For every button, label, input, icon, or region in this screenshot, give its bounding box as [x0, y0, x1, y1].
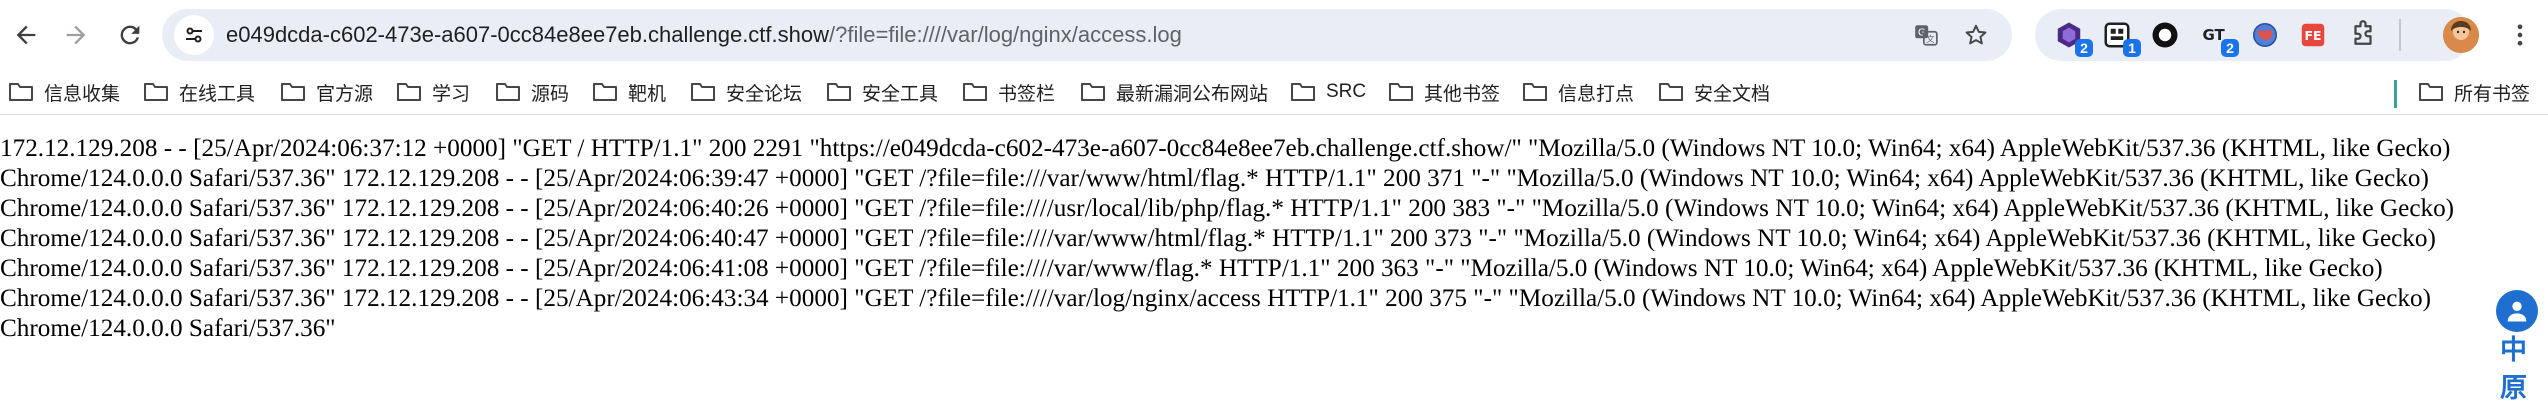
reload-icon: [120, 25, 140, 45]
translate-icon: G 文: [1915, 25, 1938, 46]
person-icon: [2507, 301, 2527, 322]
browser-menu-button[interactable]: [2496, 11, 2544, 59]
folder-icon: [495, 81, 521, 103]
bookmark-folder[interactable]: 源码: [495, 74, 569, 110]
back-button[interactable]: [2, 11, 50, 59]
extensions-puzzle-icon[interactable]: [2345, 17, 2381, 53]
globe-extension-icon[interactable]: [2247, 17, 2283, 53]
folder-icon: [396, 81, 422, 103]
folder-icon: [2418, 81, 2444, 103]
forward-button[interactable]: [52, 11, 100, 59]
site-info-button[interactable]: [174, 15, 214, 55]
proxy-switcher-icon[interactable]: 1: [2099, 17, 2141, 57]
fe-helper-icon[interactable]: FE: [2295, 17, 2331, 53]
folder-icon: [962, 81, 988, 103]
address-bar[interactable]: e049dcda-c602-473e-a607-0cc84e8ee7eb.cha…: [162, 9, 2012, 61]
folder-icon: [1290, 81, 1316, 103]
arrow-right-icon: [66, 25, 86, 45]
extension-badge: 2: [2221, 39, 2239, 57]
bookmarks-divider: [2394, 80, 2397, 108]
side-widget-char[interactable]: 原: [2500, 374, 2527, 404]
bookmark-folder[interactable]: 学习: [396, 74, 470, 110]
github-icon[interactable]: [2147, 17, 2183, 53]
svg-text:文: 文: [1926, 33, 1935, 45]
bookmark-folder[interactable]: SRC: [1290, 74, 1366, 110]
bookmark-folder[interactable]: 安全文档: [1658, 74, 1770, 110]
avatar-image: [2443, 17, 2479, 53]
bookmarks-bar: 信息收集 在线工具 官方源 学习 源码 靶机 安全论坛 安全工具 书签栏 最新漏…: [0, 70, 2548, 115]
bookmark-label: 官方源: [316, 83, 374, 105]
translate-button[interactable]: G 文: [1908, 17, 1944, 53]
extension-badge: 2: [2075, 39, 2093, 57]
all-bookmarks-button[interactable]: 所有书签: [2418, 74, 2530, 110]
url-path: /?file=file:////var/log/nginx/access.log: [829, 22, 1182, 47]
bookmark-label: 安全论坛: [726, 83, 803, 105]
tune-icon: [186, 27, 202, 43]
bookmark-label: 信息打点: [1558, 83, 1635, 105]
bookmark-folder[interactable]: 其他书签: [1388, 74, 1500, 110]
extensions-tray: 2 1 GT 2 FE: [2035, 9, 2471, 61]
reload-button[interactable]: [106, 11, 154, 59]
bookmark-label: 其他书签: [1424, 83, 1501, 105]
bookmark-star-button[interactable]: [1958, 17, 1994, 53]
bookmark-label: 在线工具: [179, 83, 256, 105]
all-bookmarks-label: 所有书签: [2454, 83, 2531, 105]
bookmark-label: 安全工具: [862, 83, 939, 105]
profile-avatar[interactable]: [2443, 17, 2479, 53]
folder-icon: [690, 81, 716, 103]
bookmark-folder[interactable]: 靶机: [592, 74, 666, 110]
extension-badge: 1: [2123, 39, 2141, 57]
hack-bar-icon[interactable]: 2: [2051, 17, 2093, 57]
bookmark-folder[interactable]: 安全工具: [826, 74, 938, 110]
bookmark-folder[interactable]: 官方源: [280, 74, 373, 110]
bookmark-folder[interactable]: 信息收集: [8, 74, 120, 110]
url-text[interactable]: e049dcda-c602-473e-a607-0cc84e8ee7eb.cha…: [226, 9, 1182, 61]
bookmark-label: 书签栏: [998, 83, 1056, 105]
bookmark-folder[interactable]: 信息打点: [1522, 74, 1634, 110]
arrow-left-icon: [16, 25, 36, 45]
folder-icon: [280, 81, 306, 103]
side-widget-logo[interactable]: [2496, 290, 2538, 332]
folder-icon: [1388, 81, 1414, 103]
bookmark-label: 靶机: [628, 83, 667, 105]
folder-icon: [1658, 81, 1684, 103]
bookmark-folder[interactable]: 最新漏洞公布网站: [1080, 74, 1268, 110]
folder-icon: [826, 81, 852, 103]
more-vert-icon: [2517, 24, 2523, 46]
bookmark-folder[interactable]: 在线工具: [143, 74, 255, 110]
bookmark-folder[interactable]: 安全论坛: [690, 74, 802, 110]
bookmark-label: 学习: [432, 83, 471, 105]
svg-text:FE: FE: [2304, 28, 2321, 43]
bookmark-label: 安全文档: [1694, 83, 1771, 105]
bookmark-folder[interactable]: 书签栏: [962, 74, 1055, 110]
toolbar-divider: [2399, 19, 2401, 51]
folder-icon: [592, 81, 618, 103]
folder-icon: [143, 81, 169, 103]
bookmark-label: SRC: [1326, 81, 1367, 102]
folder-icon: [1522, 81, 1548, 103]
browser-toolbar: e049dcda-c602-473e-a607-0cc84e8ee7eb.cha…: [0, 0, 2548, 70]
star-icon: [1965, 24, 1987, 45]
url-host: e049dcda-c602-473e-a607-0cc84e8ee7eb.cha…: [226, 22, 830, 47]
bookmark-label: 最新漏洞公布网站: [1116, 83, 1269, 105]
access-log-text: 172.12.129.208 - - [25/Apr/2024:06:37:12…: [0, 135, 2455, 342]
side-widget-char[interactable]: 中: [2500, 336, 2527, 366]
cookie-editor-icon[interactable]: GT 2: [2197, 17, 2239, 57]
bookmark-label: 信息收集: [44, 83, 121, 105]
folder-icon: [1080, 81, 1106, 103]
bookmark-label: 源码: [531, 83, 570, 105]
folder-icon: [8, 81, 34, 103]
